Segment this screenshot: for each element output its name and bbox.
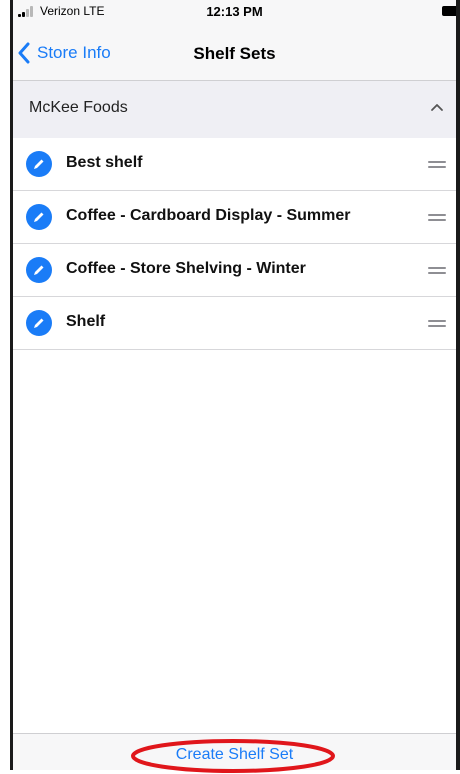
shelf-set-list: Best shelf Coffee - Cardboard Display - … (13, 138, 456, 350)
drag-handle-icon[interactable] (428, 265, 446, 275)
chevron-up-icon[interactable] (430, 102, 444, 112)
page-title: Shelf Sets (193, 44, 276, 63)
list-item[interactable]: Best shelf (13, 138, 456, 191)
clock: 12:13 PM (206, 4, 263, 19)
drag-handle-icon[interactable] (428, 318, 446, 328)
bottom-toolbar: Create Shelf Set (13, 733, 456, 770)
list-item[interactable]: Coffee - Cardboard Display - Summer (13, 191, 456, 244)
status-bar: Verizon LTE 12:13 PM (13, 0, 456, 24)
drag-handle-icon[interactable] (428, 212, 446, 222)
list-item-label: Best shelf (66, 154, 143, 171)
section-title: McKee Foods (29, 99, 128, 116)
app-frame: Verizon LTE 12:13 PM Store Info Shelf Se… (0, 0, 460, 773)
top-bar: Verizon LTE 12:13 PM Store Info Shelf Se… (13, 0, 456, 81)
drag-handle-icon[interactable] (428, 159, 446, 169)
list-item-label: Coffee - Store Shelving - Winter (66, 260, 306, 277)
pencil-icon[interactable] (26, 257, 52, 283)
list-item[interactable]: Coffee - Store Shelving - Winter (13, 244, 456, 297)
list-item-label: Coffee - Cardboard Display - Summer (66, 207, 351, 224)
pencil-icon[interactable] (26, 204, 52, 230)
phone-screen: Verizon LTE 12:13 PM Store Info Shelf Se… (13, 0, 456, 770)
navigation-bar: Store Info Shelf Sets (13, 30, 456, 76)
list-item-label: Shelf (66, 313, 106, 330)
section-header-mckee-foods[interactable]: McKee Foods (13, 81, 456, 139)
pencil-icon[interactable] (26, 151, 52, 177)
create-shelf-set-button[interactable]: Create Shelf Set (13, 746, 456, 764)
pencil-icon[interactable] (26, 310, 52, 336)
window-border-right (456, 0, 460, 770)
battery-icon (442, 6, 456, 16)
list-item[interactable]: Shelf (13, 297, 456, 350)
